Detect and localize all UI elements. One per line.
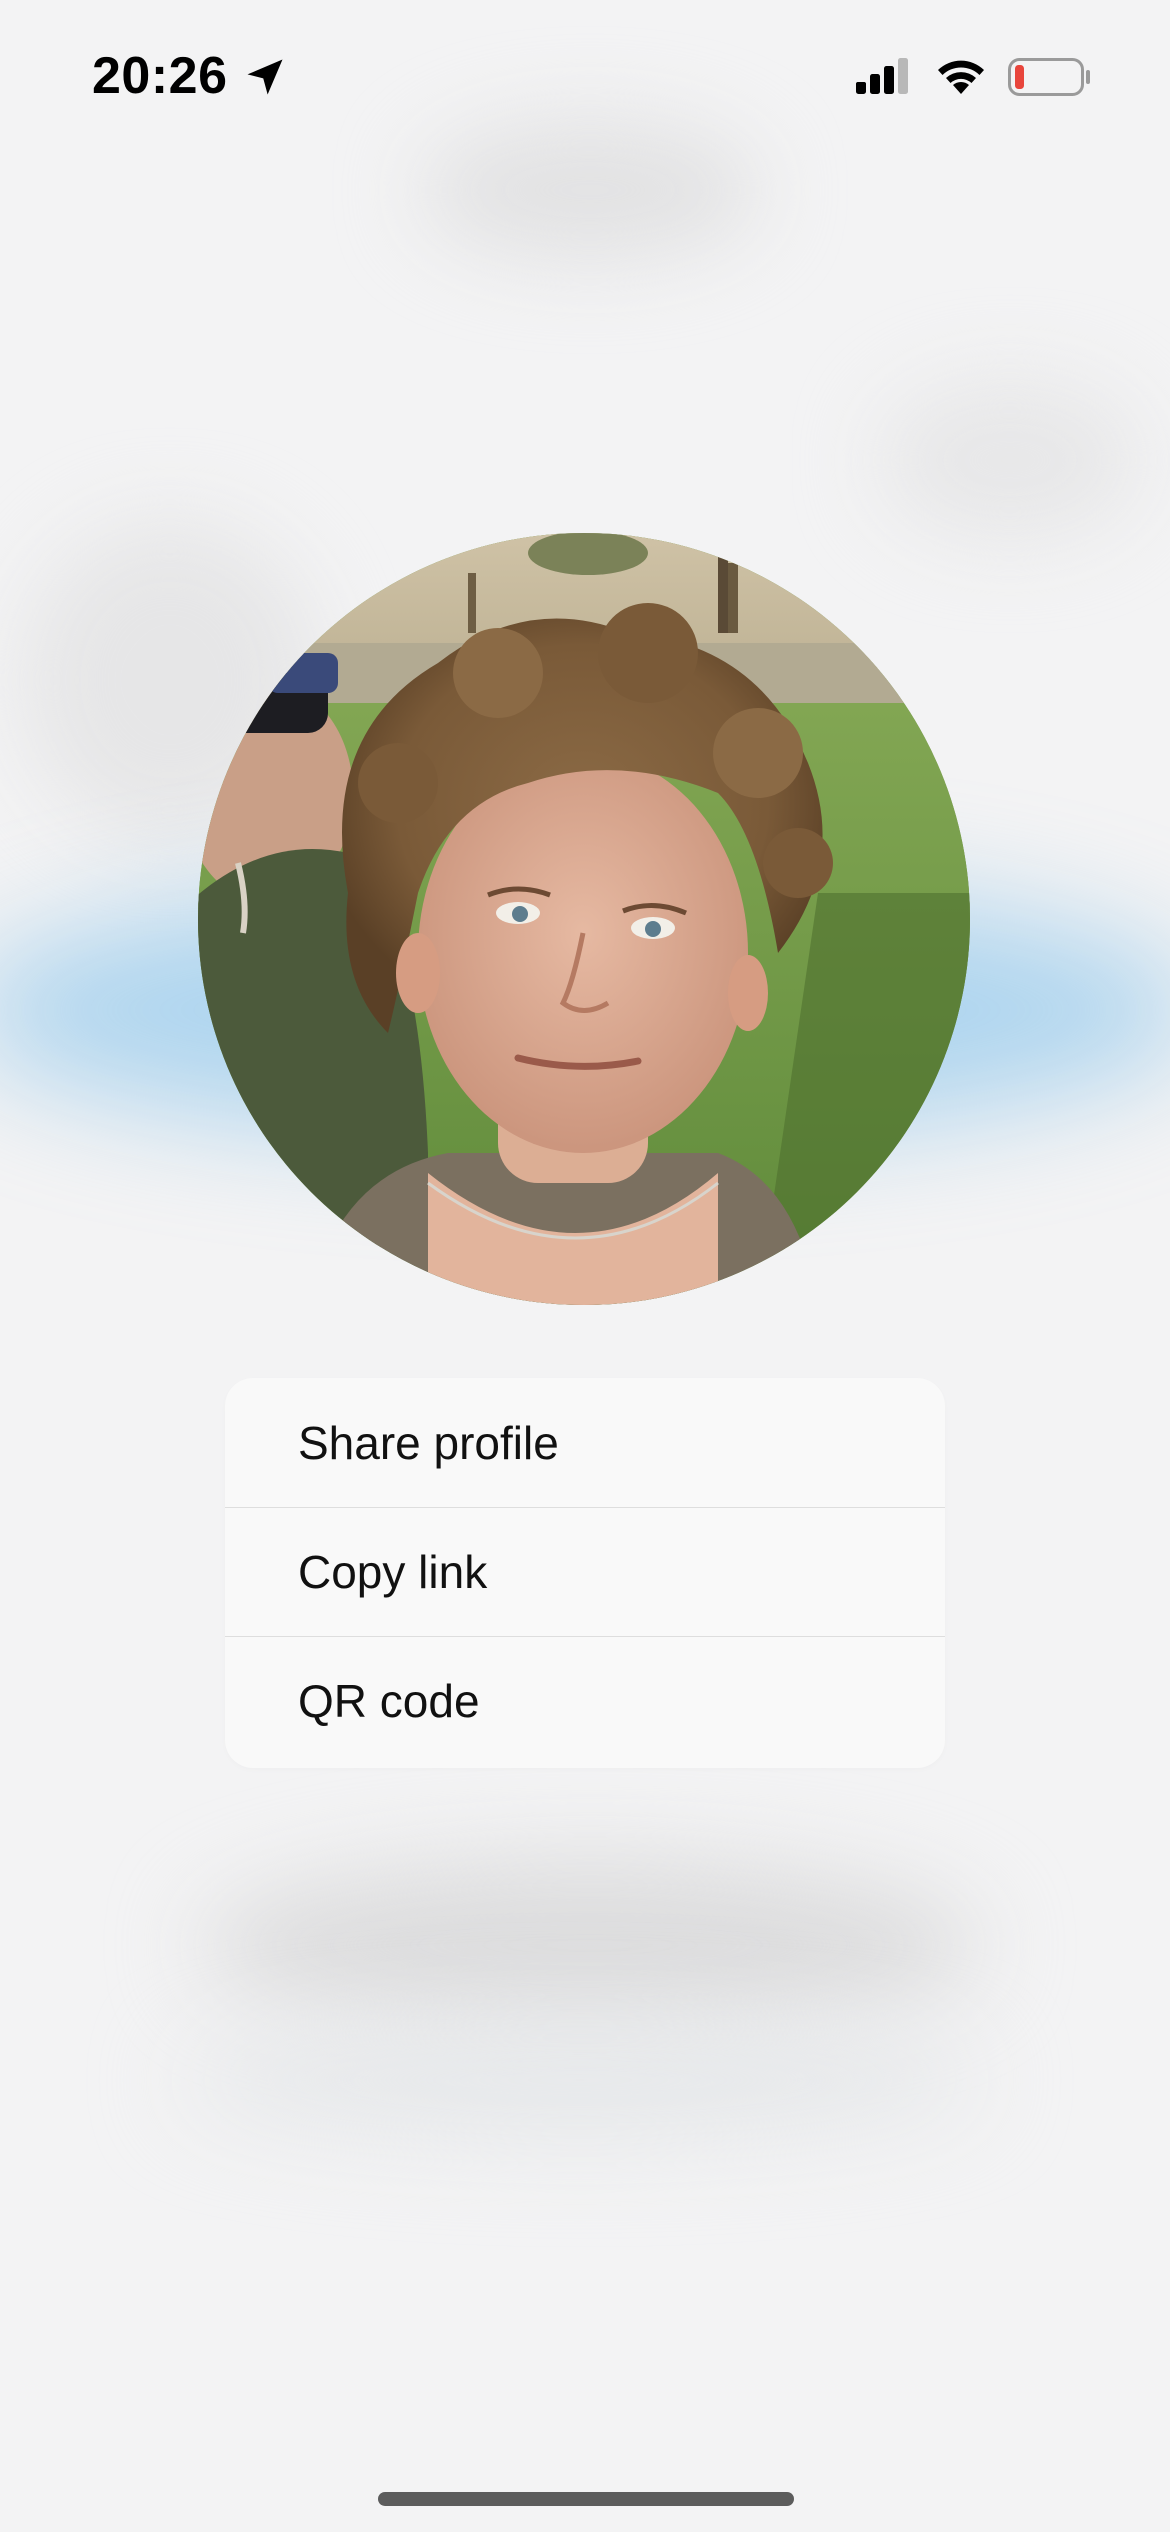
wifi-icon (938, 60, 984, 94)
backdrop-blur-shape (880, 380, 1140, 540)
location-arrow-icon (247, 59, 283, 95)
backdrop-blur-shape (200, 1860, 980, 2030)
share-profile-menu-item[interactable]: Share profile (225, 1378, 945, 1507)
battery-low-icon (1008, 58, 1090, 96)
menu-item-label: Share profile (298, 1416, 559, 1469)
home-indicator[interactable] (378, 2492, 794, 2506)
share-menu: Share profile Copy link QR code (225, 1378, 945, 1768)
status-time: 20:26 (92, 47, 228, 105)
cellular-signal-icon (856, 58, 908, 94)
menu-item-label: Copy link (298, 1546, 488, 1598)
qr-code-menu-item[interactable]: QR code (225, 1636, 945, 1765)
profile-photo (198, 533, 970, 1305)
copy-link-menu-item[interactable]: Copy link (225, 1507, 945, 1636)
menu-item-label: QR code (298, 1675, 480, 1727)
profile-avatar[interactable] (198, 533, 970, 1305)
backdrop-blur-shape (180, 2020, 980, 2140)
status-bar: 20:26 (0, 0, 1170, 150)
